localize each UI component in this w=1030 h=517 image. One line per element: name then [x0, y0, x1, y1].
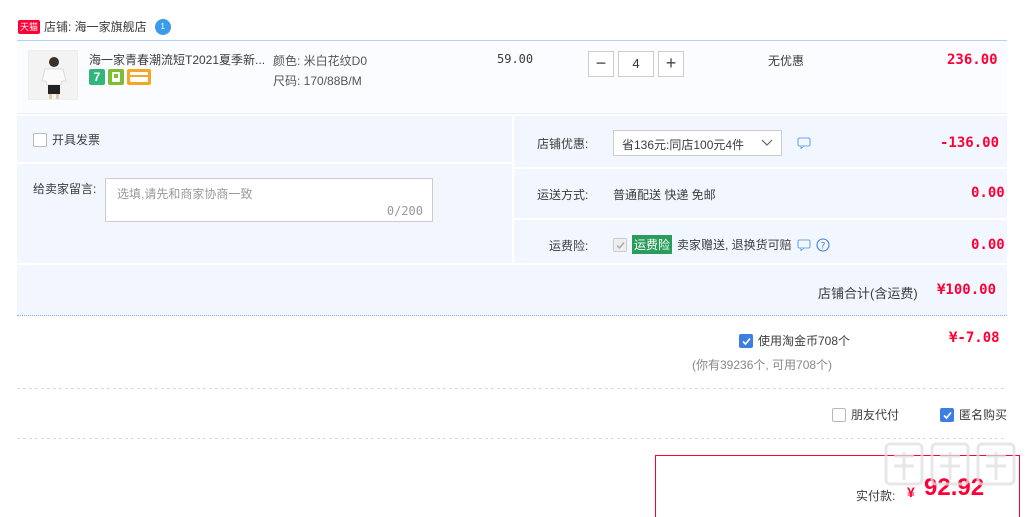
seven-day-return-icon: 7	[89, 69, 105, 85]
help-icon[interactable]: ?	[816, 237, 830, 252]
shipping-amount: 0.00	[971, 185, 1005, 201]
increase-quantity-button[interactable]: +	[658, 51, 684, 77]
message-textarea[interactable]: 选填,请先和商家协商一致 0/200	[105, 178, 433, 222]
shipping-label: 运送方式:	[537, 188, 589, 202]
right-divider-2	[514, 218, 1007, 220]
right-divider-1	[514, 167, 1007, 169]
chevron-down-icon	[761, 139, 773, 146]
separator-1	[17, 388, 1007, 389]
quantity-stepper: − 4 +	[588, 51, 684, 77]
tmall-badge: 天猫	[18, 19, 41, 34]
separator-2	[17, 438, 1007, 439]
promo-label: 店铺优惠:	[537, 137, 589, 151]
promo-select[interactable]: 省136元:同店100元4件	[613, 130, 782, 156]
item-discount: 无优惠	[768, 54, 805, 68]
product-image	[29, 51, 77, 99]
watermark-logo-icon	[884, 442, 1016, 486]
total-divider	[17, 263, 1007, 265]
promo-amount: -136.00	[940, 135, 1000, 151]
unit-price: 59.00	[497, 52, 534, 66]
promo-selected: 省136元:同店100元4件	[622, 138, 745, 152]
insurance-amount: 0.00	[971, 237, 1005, 253]
store-total-label: 店铺合计(含运费)	[818, 286, 918, 301]
coins-checkbox[interactable]	[739, 333, 753, 348]
coins-note: (你有39236个, 可用708个)	[692, 358, 833, 372]
message-label: 给卖家留言:	[33, 182, 97, 196]
wangwang-chat-icon[interactable]: 1	[154, 18, 171, 35]
insurance-option: 运费险 卖家赠送, 退换货可赔 ?	[613, 235, 830, 254]
promo-info-icon[interactable]	[797, 137, 811, 149]
coins-label: 使用淘金币708个	[758, 334, 851, 348]
invoice-checkbox[interactable]	[33, 132, 47, 147]
friend-pay-checkbox[interactable]	[832, 407, 846, 422]
decrease-quantity-button[interactable]: −	[588, 51, 614, 77]
insurance-label: 运费险:	[549, 239, 589, 253]
guarantee-icon	[108, 69, 124, 85]
service-badges: 7	[89, 69, 151, 85]
friend-pay-label: 朋友代付	[851, 408, 900, 422]
insurance-checkbox	[613, 237, 627, 252]
svg-text:?: ?	[820, 241, 825, 251]
panel-divider	[512, 116, 514, 264]
shipping-value: 普通配送 快递 免邮	[613, 188, 716, 202]
anonymous-label: 匿名购买	[959, 408, 1008, 422]
message-counter: 0/200	[386, 204, 423, 218]
credit-card-icon	[127, 69, 151, 85]
anonymous-option[interactable]: 匿名购买	[940, 406, 1007, 423]
watermark	[880, 438, 1025, 517]
friend-pay-option[interactable]: 朋友代付	[832, 406, 899, 423]
insurance-chat-icon[interactable]	[797, 238, 811, 251]
coins-amount: ¥-7.08	[949, 330, 1000, 346]
sku-size: 尺码: 170/88B/M	[273, 74, 362, 88]
quantity-input[interactable]: 4	[618, 51, 654, 77]
store-name[interactable]: 店铺: 海一家旗舰店	[44, 18, 147, 35]
coins-option[interactable]: 使用淘金币708个	[739, 332, 850, 349]
sku-color: 颜色: 米白花纹D0	[273, 54, 368, 68]
left-divider	[17, 162, 512, 164]
anonymous-checkbox[interactable]	[940, 407, 954, 422]
product-title[interactable]: 海一家青春潮流短T2021夏季新...	[89, 51, 269, 68]
invoice-option[interactable]: 开具发票	[33, 131, 100, 148]
insurance-desc: 卖家赠送, 退换货可赔	[677, 238, 792, 252]
invoice-label: 开具发票	[52, 133, 101, 147]
message-placeholder: 选填,请先和商家协商一致	[117, 187, 253, 201]
item-subtotal: 236.00	[947, 52, 998, 68]
insurance-tag: 运费险	[632, 235, 673, 254]
store-total-amount: ¥100.00	[937, 282, 997, 298]
product-thumbnail[interactable]	[28, 50, 78, 100]
store-header: 天猫 店铺: 海一家旗舰店 1	[18, 18, 171, 35]
